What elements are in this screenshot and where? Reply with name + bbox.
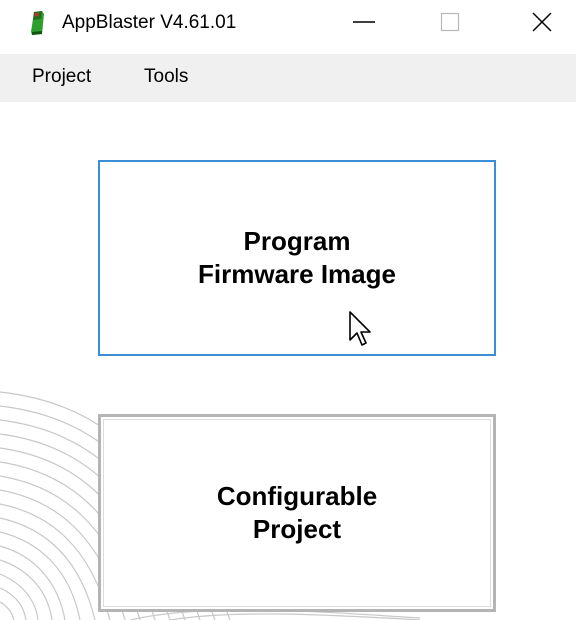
maximize-icon [440, 12, 460, 32]
program-firmware-image-button[interactable]: Program Firmware Image [98, 160, 496, 356]
app-window: AppBlaster V4.61.01 Project Tools Progra… [0, 0, 576, 620]
menu-tools[interactable]: Tools [138, 54, 194, 102]
menu-project[interactable]: Project [26, 54, 97, 102]
minimize-button[interactable] [334, 0, 394, 44]
program-firmware-image-label-line1: Program [243, 226, 351, 256]
close-button[interactable] [512, 0, 572, 44]
configurable-project-label-line2: Project [252, 514, 342, 544]
configurable-project-button[interactable]: Configurable Project [98, 414, 496, 612]
minimize-icon [353, 21, 375, 23]
configurable-project-label-line1: Configurable [216, 481, 378, 511]
menu-bar: Project Tools [0, 54, 576, 102]
close-icon [532, 12, 552, 32]
window-title: AppBlaster V4.61.01 [62, 12, 237, 33]
mouse-cursor-icon [349, 311, 371, 346]
maximize-button[interactable] [420, 0, 480, 44]
app-icon [31, 11, 44, 35]
program-firmware-image-label-line2: Firmware Image [198, 259, 396, 289]
title-bar[interactable]: AppBlaster V4.61.01 [0, 0, 576, 50]
